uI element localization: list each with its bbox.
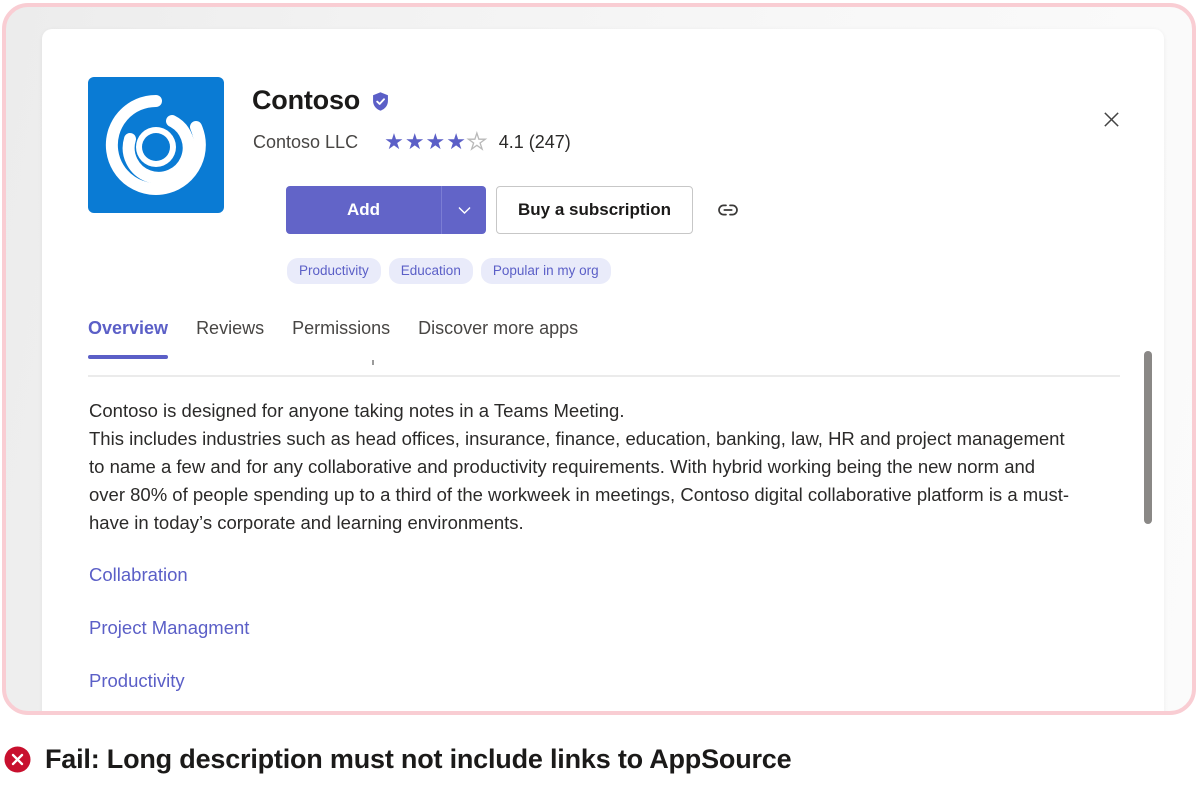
add-button[interactable]: Add (286, 186, 441, 234)
content-scrollbar-thumb[interactable] (1144, 351, 1152, 524)
chevron-down-icon (456, 202, 473, 219)
rating-stars: ★ ★ ★ ★ ★ (384, 131, 487, 153)
app-description: Contoso is designed for anyone taking no… (89, 397, 1074, 537)
action-buttons: Add Buy a subscription (286, 186, 743, 234)
content-scrollbar-track[interactable] (1144, 351, 1152, 711)
error-circle-icon (4, 746, 31, 773)
description-link-productivity[interactable]: Productivity (89, 670, 185, 692)
star-filled: ★ (384, 131, 404, 153)
caption-text: Fail: Long description must not include … (45, 744, 791, 775)
app-title-row: Contoso (252, 85, 391, 116)
validation-caption: Fail: Long description must not include … (4, 744, 791, 775)
tab-reviews[interactable]: Reviews (182, 318, 278, 359)
description-link-list: Collabration Project Managment Productiv… (89, 564, 249, 692)
screenshot-root: Contoso Contoso LLC ★ ★ ★ ★ ★ (0, 0, 1200, 796)
add-options-button[interactable] (441, 186, 486, 234)
link-icon (715, 197, 741, 223)
description-link-collabration[interactable]: Collabration (89, 564, 188, 586)
app-details-dialog: Contoso Contoso LLC ★ ★ ★ ★ ★ (42, 29, 1164, 715)
description-line-1: Contoso is designed for anyone taking no… (89, 397, 1074, 425)
shield-check-icon (370, 91, 391, 112)
add-button-group: Add (286, 186, 486, 234)
stray-dot-artifact (372, 360, 374, 365)
description-line-2: This includes industries such as head of… (89, 425, 1074, 537)
page-title: Contoso (252, 85, 360, 116)
description-link-project-managment[interactable]: Project Managment (89, 617, 249, 639)
tab-bar: Overview Reviews Permissions Discover mo… (88, 318, 592, 359)
tag-popular-in-my-org[interactable]: Popular in my org (481, 258, 611, 284)
tab-permissions[interactable]: Permissions (278, 318, 404, 359)
tab-discover-more-apps[interactable]: Discover more apps (404, 318, 592, 359)
app-icon (88, 77, 224, 213)
star-empty: ★ (467, 131, 487, 153)
tag-list: Productivity Education Popular in my org (287, 258, 611, 284)
star-filled: ★ (426, 131, 446, 153)
annotation-frame: Contoso Contoso LLC ★ ★ ★ ★ ★ (2, 3, 1196, 715)
tab-overview[interactable]: Overview (88, 318, 182, 359)
star-filled: ★ (446, 131, 466, 153)
copy-link-button[interactable] (713, 186, 743, 234)
rating-text: 4.1 (247) (499, 132, 571, 153)
tag-productivity[interactable]: Productivity (287, 258, 381, 284)
star-filled: ★ (405, 131, 425, 153)
publisher-name: Contoso LLC (253, 132, 358, 153)
close-button[interactable] (1095, 103, 1127, 135)
tab-divider (88, 375, 1120, 377)
tag-education[interactable]: Education (389, 258, 473, 284)
close-icon (1102, 110, 1121, 129)
buy-subscription-button[interactable]: Buy a subscription (496, 186, 693, 234)
app-meta-row: Contoso LLC ★ ★ ★ ★ ★ 4.1 (247) (253, 131, 571, 153)
